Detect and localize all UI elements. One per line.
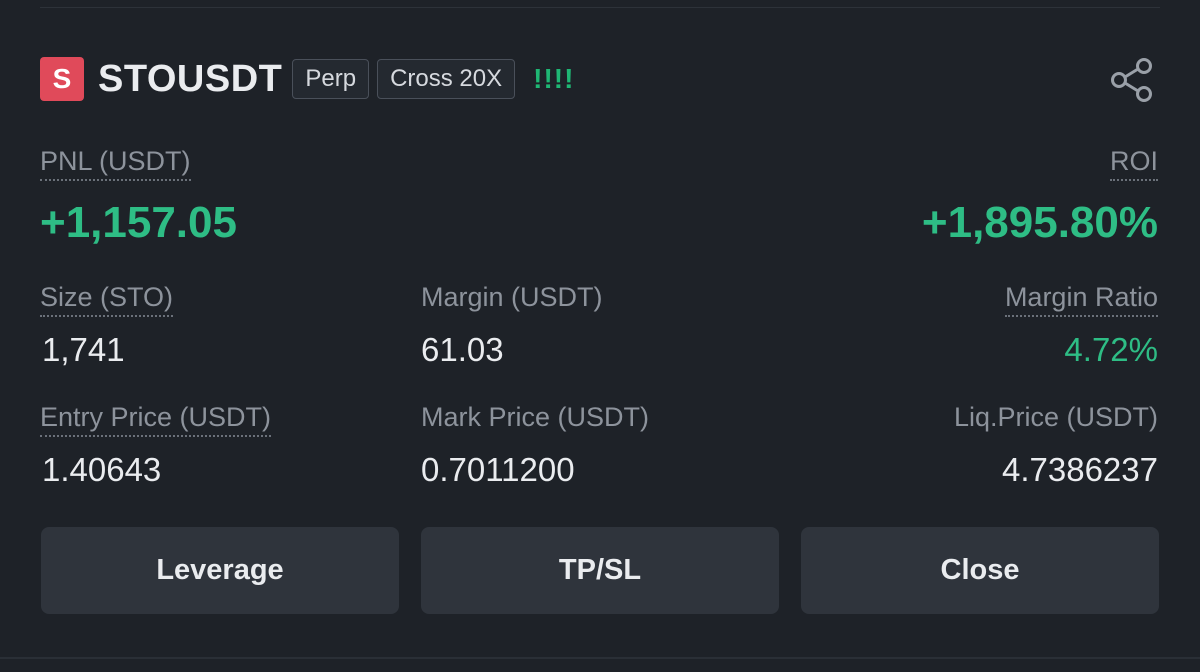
liq-price-label: Liq.Price (USDT)	[953, 402, 1158, 432]
entry-price-value: 1.40643	[42, 451, 162, 488]
pnl-label[interactable]: PNL (USDT)	[40, 145, 191, 181]
liq-price-value: 4.7386237	[1002, 451, 1158, 488]
mark-price-label: Mark Price (USDT)	[421, 402, 649, 432]
perp-tag: Perp	[292, 59, 370, 99]
margin-ratio-value: 4.72%	[1064, 331, 1158, 368]
margin-label: Margin (USDT)	[421, 282, 603, 312]
risk-indicator-icon: !!!!	[533, 63, 575, 94]
leverage-button[interactable]: Leverage	[41, 527, 399, 614]
size-value: 1,741	[42, 331, 125, 368]
short-side-badge: S	[40, 57, 84, 101]
symbol-title[interactable]: STOUSDT	[98, 58, 282, 101]
position-header: S STOUSDT Perp Cross 20X !!!!	[40, 56, 574, 102]
margin-value: 61.03	[421, 331, 504, 368]
share-icon[interactable]	[1108, 56, 1156, 104]
tpsl-button[interactable]: TP/SL	[421, 527, 779, 614]
roi-value: +1,895.80%	[921, 198, 1158, 247]
entry-price-label[interactable]: Entry Price (USDT)	[40, 401, 272, 437]
roi-label[interactable]: ROI	[1109, 145, 1158, 181]
margin-mode-tag[interactable]: Cross 20X	[377, 59, 516, 99]
mark-price-value: 0.7011200	[421, 451, 575, 488]
bottom-divider	[0, 657, 1200, 659]
pnl-value: +1,157.05	[40, 198, 237, 247]
close-button[interactable]: Close	[801, 527, 1159, 614]
size-label[interactable]: Size (STO)	[40, 281, 174, 317]
margin-ratio-label[interactable]: Margin Ratio	[1004, 281, 1158, 317]
top-divider	[40, 7, 1160, 8]
